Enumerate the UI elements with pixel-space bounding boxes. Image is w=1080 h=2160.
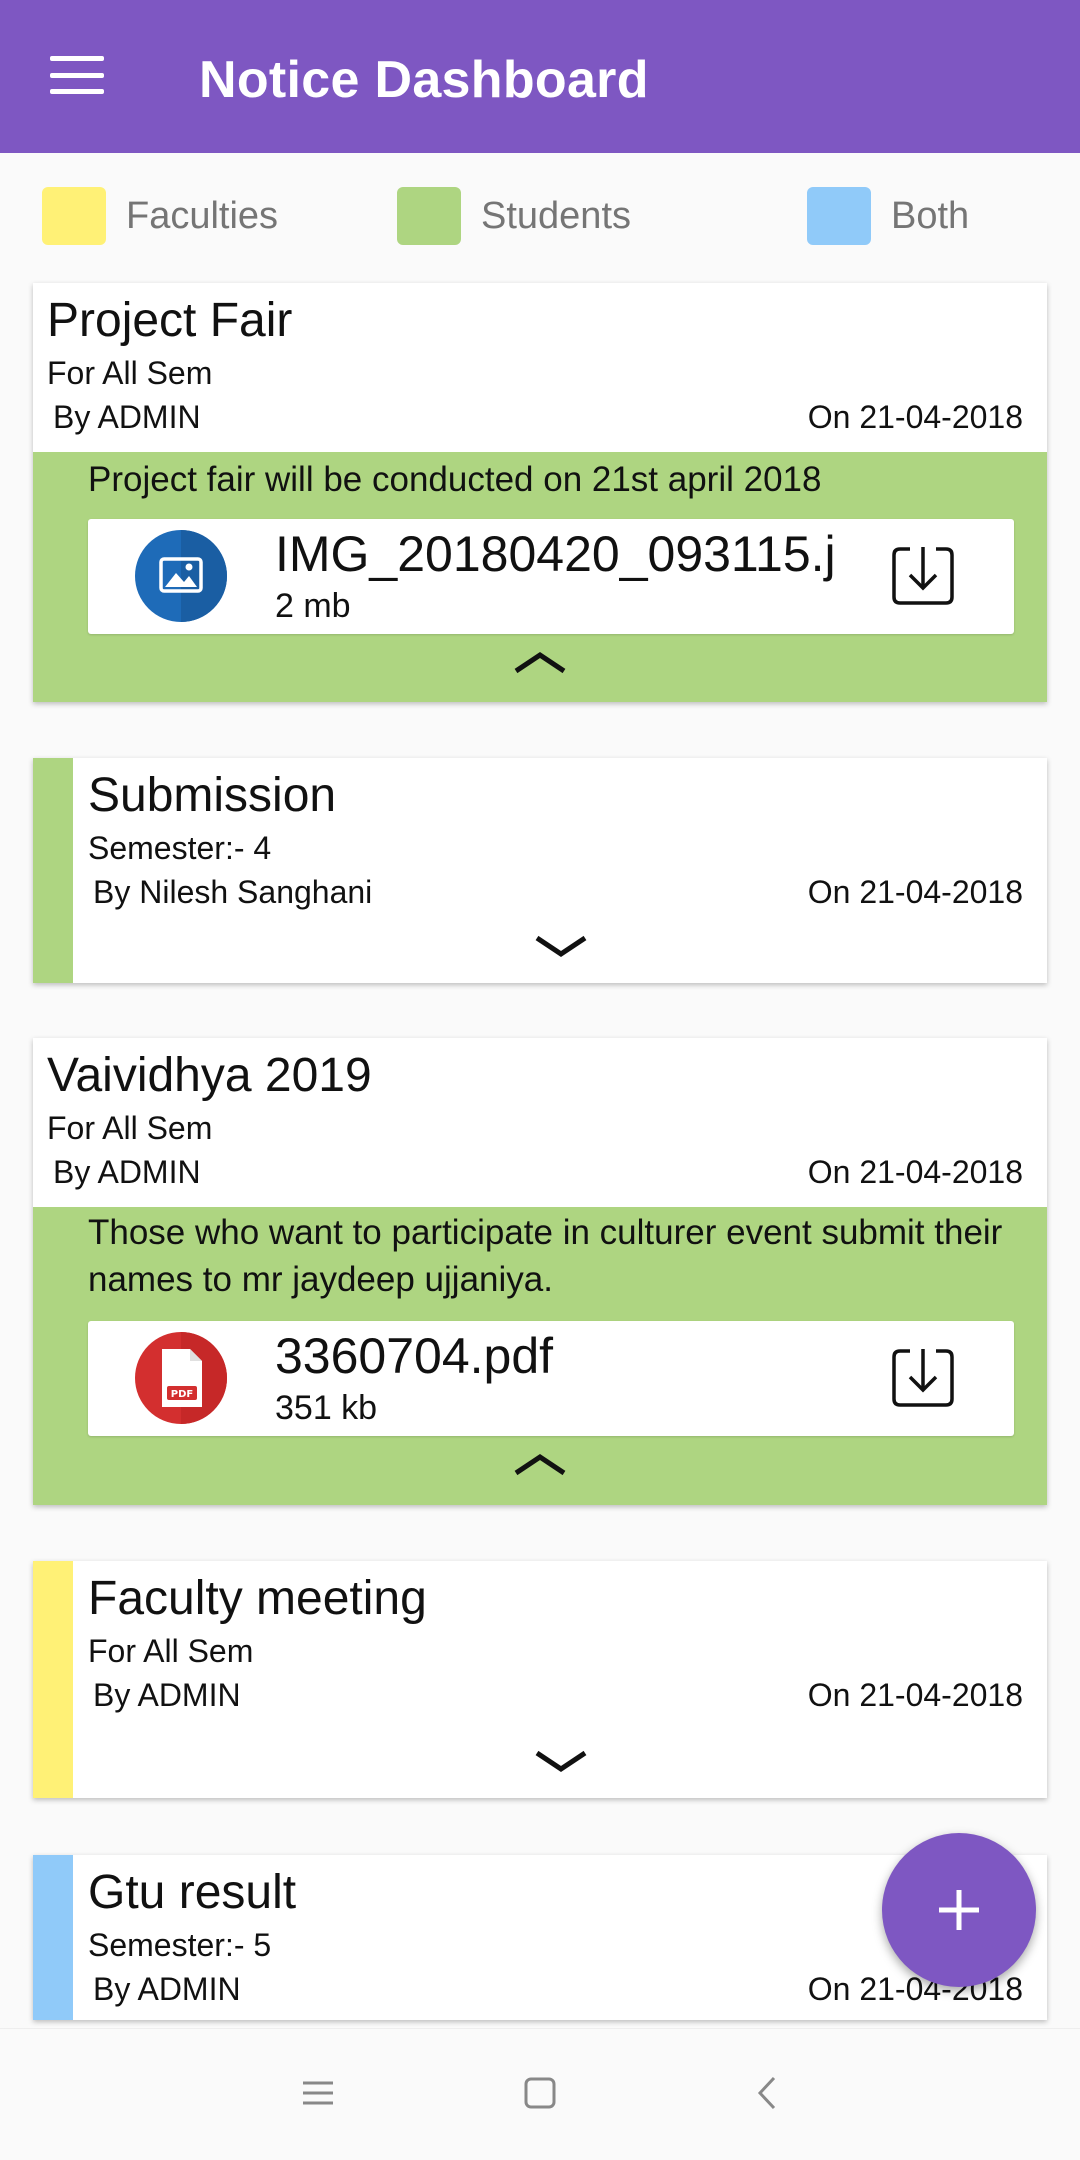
notice-description: Those who want to participate in culture… bbox=[88, 1213, 1003, 1299]
notice-semester: Semester:- 5 bbox=[88, 1927, 272, 1963]
legend-students: Students bbox=[397, 186, 631, 246]
download-icon[interactable] bbox=[890, 541, 956, 607]
legend-label: Both bbox=[891, 194, 970, 237]
notice-date: On 21-04-2018 bbox=[807, 874, 1023, 910]
recent-apps-icon[interactable] bbox=[300, 2075, 336, 2111]
notice-card[interactable]: Faculty meeting For All Sem By ADMIN On … bbox=[33, 1561, 1047, 1798]
chevron-down-icon[interactable] bbox=[533, 1747, 589, 1775]
notice-title: Submission bbox=[88, 769, 337, 822]
legend-both: Both bbox=[807, 186, 969, 246]
system-nav-bar bbox=[0, 2028, 1080, 2160]
legend-faculties: Faculties bbox=[42, 186, 278, 246]
notice-title: Faculty meeting bbox=[88, 1572, 427, 1625]
attachment-filename: 3360704.pdf bbox=[275, 1328, 554, 1384]
notice-title: Gtu result bbox=[88, 1866, 297, 1919]
page-title: Notice Dashboard bbox=[199, 51, 649, 109]
notice-date: On 21-04-2018 bbox=[807, 1677, 1023, 1713]
pdf-file-icon: PDF bbox=[135, 1332, 227, 1424]
attachment[interactable]: PDF 3360704.pdf 351 kb bbox=[88, 1321, 1014, 1436]
faculties-color-swatch bbox=[42, 187, 106, 245]
download-icon[interactable] bbox=[890, 1343, 956, 1409]
pdf-icon-label: PDF bbox=[171, 1389, 193, 1400]
attachment[interactable]: IMG_20180420_093115.j 2 mb bbox=[88, 519, 1014, 634]
notice-semester: For All Sem bbox=[47, 355, 213, 391]
students-color-swatch bbox=[397, 187, 461, 245]
plus-icon bbox=[939, 1890, 979, 1930]
add-notice-button[interactable] bbox=[882, 1833, 1036, 1987]
category-stripe bbox=[33, 1561, 73, 1798]
notice-semester: Semester:- 4 bbox=[88, 830, 272, 866]
back-icon[interactable] bbox=[750, 2075, 786, 2111]
category-stripe bbox=[33, 1855, 73, 2020]
notice-description: Project fair will be conducted on 21st a… bbox=[88, 460, 822, 499]
legend-label: Students bbox=[481, 194, 631, 237]
notice-date: On 21-04-2018 bbox=[807, 399, 1023, 435]
notice-body: Those who want to participate in culture… bbox=[33, 1207, 1047, 1505]
notice-body: Project fair will be conducted on 21st a… bbox=[33, 452, 1047, 702]
both-color-swatch bbox=[807, 187, 871, 245]
notice-author: By ADMIN bbox=[53, 399, 201, 435]
notice-author: By ADMIN bbox=[93, 1971, 241, 2007]
category-stripe bbox=[33, 758, 73, 983]
notice-card[interactable]: Project Fair For All Sem By ADMIN On 21-… bbox=[33, 283, 1047, 702]
home-icon[interactable] bbox=[522, 2075, 558, 2111]
notice-card[interactable]: Submission Semester:- 4 By Nilesh Sangha… bbox=[33, 758, 1047, 983]
hamburger-menu-icon[interactable] bbox=[44, 48, 110, 102]
notice-author: By ADMIN bbox=[93, 1677, 241, 1713]
app-bar: Notice Dashboard bbox=[0, 0, 1080, 153]
notice-date: On 21-04-2018 bbox=[807, 1154, 1023, 1190]
notice-author: By ADMIN bbox=[53, 1154, 201, 1190]
notice-title: Vaividhya 2019 bbox=[47, 1049, 372, 1102]
notice-semester: For All Sem bbox=[88, 1633, 254, 1669]
chevron-up-icon[interactable] bbox=[512, 1451, 568, 1479]
notice-card[interactable]: Vaividhya 2019 For All Sem By ADMIN On 2… bbox=[33, 1038, 1047, 1505]
attachment-size: 2 mb bbox=[275, 587, 351, 625]
chevron-up-icon[interactable] bbox=[512, 649, 568, 677]
attachment-size: 351 kb bbox=[275, 1389, 378, 1427]
legend-label: Faculties bbox=[126, 194, 279, 237]
attachment-filename: IMG_20180420_093115.j bbox=[275, 526, 836, 582]
chevron-down-icon[interactable] bbox=[533, 932, 589, 960]
notice-author: By Nilesh Sanghani bbox=[93, 874, 373, 910]
notice-title: Project Fair bbox=[47, 294, 293, 347]
image-file-icon bbox=[135, 530, 227, 622]
notice-semester: For All Sem bbox=[47, 1110, 213, 1146]
